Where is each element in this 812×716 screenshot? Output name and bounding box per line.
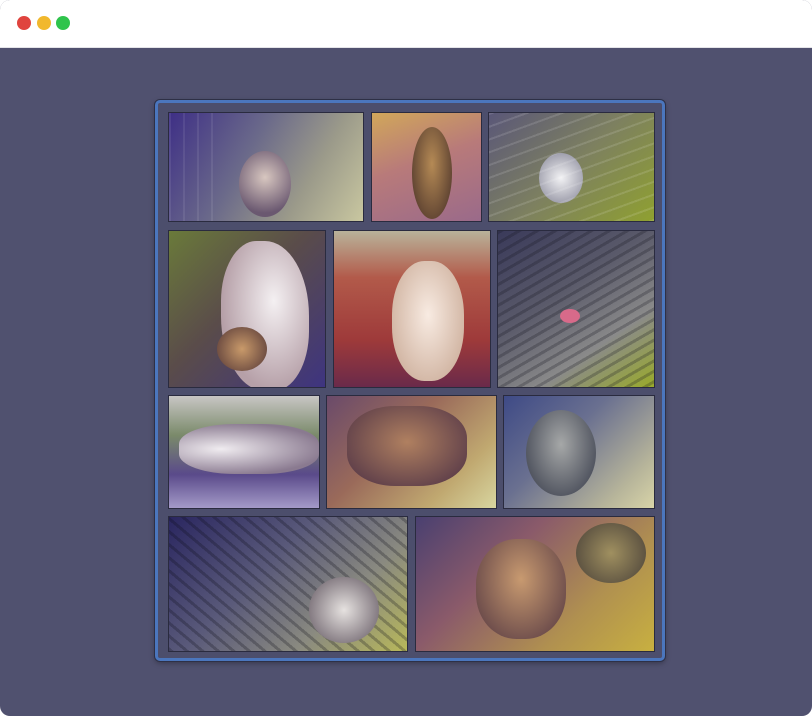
app-window: [0, 0, 812, 716]
gallery-photo[interactable]: [415, 516, 655, 652]
minimize-button[interactable]: [37, 16, 51, 30]
gallery-photo[interactable]: [371, 112, 482, 222]
gallery-photo[interactable]: [168, 112, 364, 222]
gallery-photo[interactable]: [168, 230, 326, 388]
photo-gallery: [155, 100, 665, 661]
gallery-photo[interactable]: [497, 230, 655, 388]
gallery-photo[interactable]: [333, 230, 491, 388]
maximize-button[interactable]: [56, 16, 70, 30]
gallery-photo[interactable]: [168, 395, 320, 509]
gallery-photo[interactable]: [326, 395, 497, 509]
gallery-photo[interactable]: [168, 516, 408, 652]
gallery-photo[interactable]: [503, 395, 655, 509]
close-button[interactable]: [17, 16, 31, 30]
gallery-photo[interactable]: [488, 112, 655, 222]
title-bar: [0, 0, 812, 48]
